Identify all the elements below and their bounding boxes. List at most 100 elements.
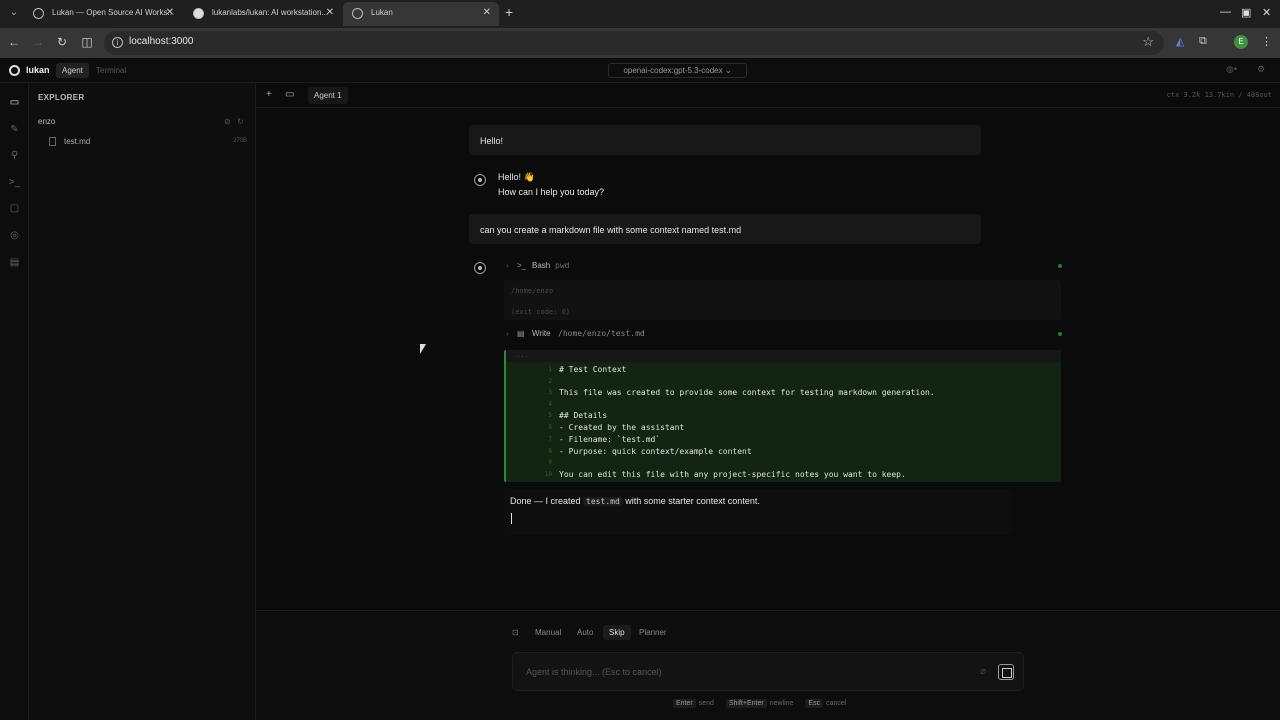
files-folder-icon[interactable]: ▭ [8, 96, 21, 109]
bookmark-star-icon[interactable]: ☆ [1142, 34, 1154, 50]
file-size: 270B [232, 138, 247, 144]
code-diff-block: ... 1 # Test Context 2 3 This file was cre… [504, 350, 1061, 482]
activity-bar: ▭ ✎ ⚲ >_ ▢ ◎ ▤ [0, 83, 29, 720]
code-line: 9 [548, 459, 552, 466]
forward-icon[interactable]: → [30, 35, 46, 49]
url-text: localhost:3000 [129, 36, 194, 47]
profile-avatar[interactable]: E [1234, 35, 1248, 49]
open-folder-icon[interactable]: ▭ [285, 89, 294, 100]
tool-call-write[interactable]: › ▤ Write /home/enzo/test.md [506, 328, 1062, 342]
code-line: 5 ## Details [548, 411, 608, 420]
assistant-line: Hello! 👋 [498, 172, 535, 182]
browser-tab-title: Lukan — Open Source AI Works... [52, 8, 175, 17]
keyboard-hints: Enter send Shift+Enter newline Esc cancel [673, 699, 856, 708]
file-name: test.md [64, 137, 91, 146]
git-branch-icon[interactable]: ⚲ [8, 149, 21, 162]
code-collapsed-indicator[interactable]: ... [506, 350, 1061, 362]
close-icon[interactable]: ✕ [483, 2, 491, 24]
tool-name: Bash [532, 261, 551, 270]
explorer-title: EXPLORER [38, 93, 85, 102]
terminal-icon[interactable]: >_ [8, 176, 21, 189]
refresh-icon[interactable]: ↻ [237, 117, 244, 126]
code-line: 1 # Test Context [548, 365, 627, 374]
globe-icon[interactable]: ◎ [8, 229, 21, 242]
kbd-key: Enter [673, 699, 696, 708]
chevron-right-icon: › [506, 261, 509, 270]
browser-tab-2[interactable]: lukanlabs/lukan: AI workstation... ✕ [184, 2, 342, 26]
mode-manual[interactable]: Manual [529, 625, 567, 640]
browser-tab-title: Lukan [371, 8, 393, 17]
app-header: lukan Agent Terminal openai-codex:gpt-5.… [0, 58, 1280, 83]
input-placeholder: Agent is thinking... (Esc to cancel) [526, 667, 662, 677]
window-close-icon[interactable]: ✕ [1262, 6, 1271, 19]
browser-tab-title: lukanlabs/lukan: AI workstation... [212, 8, 329, 17]
bash-output: /home/enzo (exit code: 0) [504, 280, 1061, 320]
mode-tab-terminal[interactable]: Terminal [90, 63, 132, 78]
tool-call-bash[interactable]: › >_ Bash pwd [506, 260, 1062, 274]
tab-agent-1[interactable]: Agent 1 [308, 87, 348, 104]
context-usage: ctx 3.2k 13.7kin / 488out [1166, 91, 1272, 99]
mode-skip[interactable]: Skip [603, 625, 631, 640]
done-text: Done — I created test.md with some start… [510, 496, 760, 506]
message-input[interactable]: Agent is thinking... (Esc to cancel) ⌀ [512, 652, 1024, 691]
chevron-right-icon: › [506, 329, 509, 338]
tool-name: Write [532, 329, 551, 338]
mode-tab-agent[interactable]: Agent [56, 63, 89, 78]
minimize-icon[interactable]: — [1220, 6, 1231, 18]
settings-gear-icon[interactable]: ⚙ [1257, 64, 1265, 75]
panel-icon[interactable]: ▤ [8, 256, 21, 269]
main-panel: + ▭ Agent 1 ctx 3.2k 13.7kin / 488out He… [256, 83, 1280, 720]
hide-icon[interactable]: ⊘ [224, 117, 231, 126]
back-icon[interactable]: ← [6, 35, 22, 49]
new-agent-tab-icon[interactable]: + [266, 89, 272, 100]
inline-code: test.md [583, 497, 623, 506]
bash-output-line: (exit code: 0) [511, 308, 571, 316]
stop-button[interactable] [998, 664, 1014, 680]
url-field[interactable]: i localhost:3000 ☆ [104, 31, 1164, 55]
terminal-icon: >_ [517, 261, 527, 270]
code-line: 3 This file was created to provide some c… [548, 388, 935, 397]
split-view-icon[interactable]: ◫ [79, 35, 95, 49]
browser-tab-3[interactable]: Lukan ✕ [343, 2, 499, 26]
file-item[interactable]: test.md 270B [49, 136, 247, 150]
status-dot [1058, 264, 1062, 268]
browser-menu-icon[interactable]: ⋮ [1261, 35, 1272, 48]
assistant-tool-avatar-icon [474, 262, 486, 274]
assistant-avatar-icon [474, 174, 486, 186]
code-line: 10 You can edit this file with any projec… [544, 470, 906, 479]
chat-icon[interactable]: ▢ [8, 202, 21, 215]
tool-arg: pwd [555, 261, 570, 270]
close-icon[interactable]: ✕ [326, 2, 334, 24]
folder-name[interactable]: enzo [38, 117, 55, 126]
browser-tab-1[interactable]: Lukan — Open Source AI Works... ✕ [24, 2, 182, 26]
close-icon[interactable]: ✕ [166, 2, 174, 24]
status-globe-icon[interactable]: ◍• [1226, 64, 1237, 75]
site-info-icon[interactable]: i [112, 37, 123, 48]
user-message: can you create a markdown file with some… [469, 214, 981, 244]
new-tab-icon[interactable]: + [505, 4, 513, 20]
tools-icon[interactable]: ✎ [8, 123, 21, 136]
extensions-puzzle-icon[interactable]: ⧉ [1199, 35, 1207, 48]
tool-arg: /home/enzo/test.md [558, 329, 645, 338]
address-bar: ← → ↻ ◫ i localhost:3000 ☆ ◭ ⧉ [0, 28, 1280, 58]
model-selector[interactable]: openai-codex:gpt-5.3-codex ⌄ [608, 63, 747, 78]
assistant-line: How can I help you today? [498, 187, 605, 197]
bash-output-line: /home/enzo [511, 287, 554, 295]
explorer-panel: EXPLORER enzo ⊘ ↻ test.md 270B [29, 83, 256, 720]
attach-paperclip-icon[interactable]: ⌀ [980, 666, 986, 677]
maximize-icon[interactable]: ▣ [1241, 6, 1251, 19]
extension-icon[interactable]: ◭ [1176, 35, 1184, 48]
globe-icon [33, 8, 44, 19]
lock-icon: ⊡ [512, 628, 519, 637]
lukan-logo-icon [9, 65, 20, 76]
tab-list-chevron-icon[interactable]: ⌄ [6, 5, 22, 21]
reload-icon[interactable]: ↻ [54, 35, 70, 49]
mode-planner[interactable]: Planner [633, 625, 673, 640]
file-icon [49, 137, 56, 146]
code-line: 7- Filename: `test.md` [548, 435, 661, 444]
browser-tab-bar: ⌄ Lukan — Open Source AI Works... ✕ luka… [0, 0, 1280, 28]
composer-area: ⊡ Manual Auto Skip Planner Agent is thin… [256, 610, 1280, 720]
kbd-key: Esc [805, 699, 824, 708]
file-icon: ▤ [517, 329, 525, 338]
mode-auto[interactable]: Auto [571, 625, 599, 640]
